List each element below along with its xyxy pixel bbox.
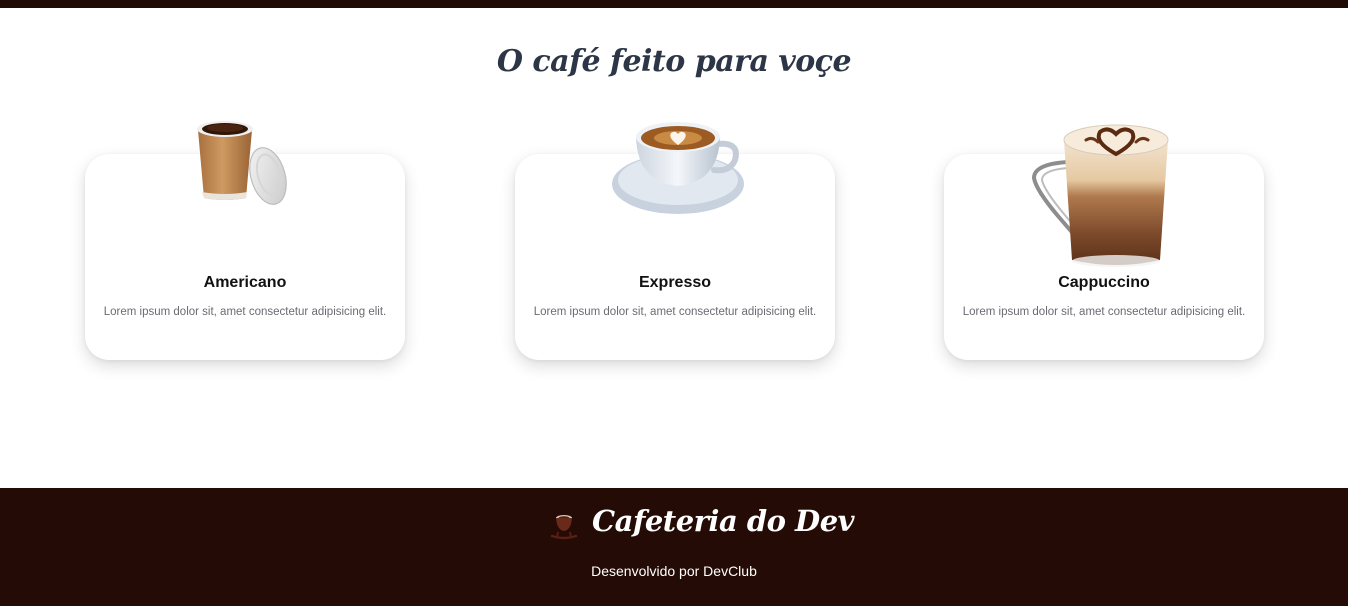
coffee-logo-icon bbox=[550, 515, 578, 540]
coffee-cup-saucer-icon bbox=[612, 122, 744, 214]
footer-brand: Cafeteria do Dev bbox=[592, 504, 855, 538]
footer-credit: Desenvolvido por DevClub bbox=[591, 563, 757, 579]
product-name: Cappuccino bbox=[1058, 274, 1150, 291]
product-description: Lorem ipsum dolor sit, amet consectetur … bbox=[103, 306, 387, 318]
section-title: O café feito para voçe bbox=[496, 44, 852, 79]
product-name: Americano bbox=[203, 274, 287, 291]
coffee-to-go-cup-icon bbox=[197, 121, 287, 205]
top-strip bbox=[0, 0, 1348, 8]
product-name: Expresso bbox=[638, 274, 712, 291]
cappuccino-glass-icon bbox=[1031, 124, 1169, 267]
footer: Cafeteria do Dev Desenvolvido por DevClu… bbox=[0, 488, 1348, 606]
product-description: Lorem ipsum dolor sit, amet consectetur … bbox=[533, 306, 817, 318]
product-description: Lorem ipsum dolor sit, amet consectetur … bbox=[962, 306, 1246, 318]
